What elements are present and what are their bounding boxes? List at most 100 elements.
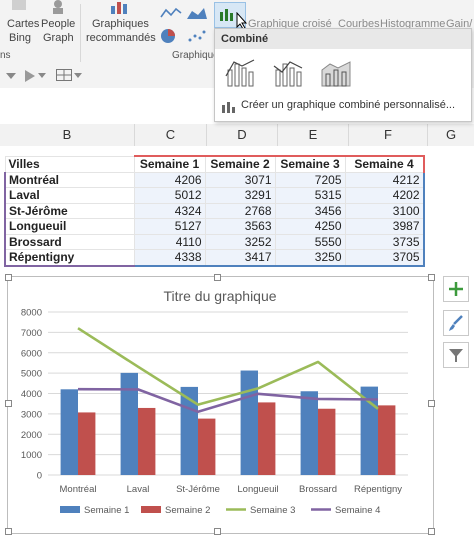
graphique-group-title: Graphique xyxy=(172,50,219,61)
table-row: Longueuil 5127 3563 4250 3987 xyxy=(4,218,425,235)
x-tick-label: Brossard xyxy=(299,484,337,495)
value-cell[interactable]: 7205 xyxy=(274,171,346,188)
resize-handle[interactable] xyxy=(5,274,12,281)
y-tick-label: 3000 xyxy=(21,409,42,420)
value-cell[interactable]: 3563 xyxy=(204,218,276,235)
legend-label: Semaine 2 xyxy=(165,505,210,516)
combo-chart: Titre du graphique 0 1000 2000 3000 4000 5000 6… xyxy=(21,288,408,516)
recommended-charts-button[interactable]: Graphiques recommandés xyxy=(84,0,156,48)
table-row: Brossard 4110 3252 5550 3735 xyxy=(4,233,425,250)
bar-semaine-1 xyxy=(60,389,78,475)
bar-semaine-1 xyxy=(240,370,258,475)
value-cell[interactable]: 3705 xyxy=(344,249,425,267)
bar-semaine-2 xyxy=(138,407,156,475)
header-cell-semaine1[interactable]: Semaine 1 xyxy=(133,155,206,173)
graph-label: Graph xyxy=(43,32,74,44)
bar-semaine-1 xyxy=(300,391,318,475)
value-cell[interactable]: 3735 xyxy=(344,233,425,250)
chart-filters-button[interactable] xyxy=(443,342,469,368)
chart-styles-button[interactable] xyxy=(443,310,469,336)
city-cell[interactable]: Répentigny xyxy=(4,249,135,267)
table-row: Répentigny 4338 3417 3250 3705 xyxy=(4,249,425,267)
value-cell[interactable]: 3417 xyxy=(204,249,276,267)
value-cell[interactable]: 4338 xyxy=(133,249,206,267)
scatter-chart-type-icon[interactable] xyxy=(186,28,208,44)
header-cell-semaine3[interactable]: Semaine 3 xyxy=(274,155,346,173)
value-cell[interactable]: 5127 xyxy=(133,218,206,235)
value-cell[interactable]: 5315 xyxy=(274,187,346,204)
left-group-title-fragment: ns xyxy=(0,50,11,61)
table-row: Montréal 4206 3071 7205 4212 xyxy=(4,171,425,188)
resize-handle[interactable] xyxy=(5,528,12,535)
recommended-charts-label-2: recommandés xyxy=(86,32,156,44)
value-cell[interactable]: 4202 xyxy=(344,187,425,204)
value-cell[interactable]: 4110 xyxy=(133,233,206,250)
x-tick-label: Laval xyxy=(127,484,150,495)
bar-semaine-2 xyxy=(198,418,216,475)
cartes-bing-button[interactable]: Cartes Bing xyxy=(2,0,39,48)
chart-elements-button[interactable] xyxy=(443,276,469,302)
value-cell[interactable]: 5550 xyxy=(274,233,346,250)
dropdown-arrow-icon[interactable] xyxy=(38,73,46,79)
city-cell[interactable]: St-Jérôme xyxy=(4,202,135,219)
resize-handle[interactable] xyxy=(428,528,435,535)
grid-view-icon[interactable] xyxy=(56,69,72,81)
combo-clustered-column-line-option[interactable] xyxy=(221,55,259,91)
value-cell[interactable]: 4212 xyxy=(344,171,425,188)
combo-area-column-option[interactable] xyxy=(317,55,355,91)
value-cell[interactable]: 3291 xyxy=(204,187,276,204)
column-header-f[interactable]: F xyxy=(349,124,428,147)
dropdown-arrow-icon[interactable] xyxy=(6,72,16,80)
resize-handle[interactable] xyxy=(214,274,221,281)
dropdown-arrow-icon[interactable] xyxy=(74,73,82,79)
y-tick-label: 4000 xyxy=(21,389,42,400)
combo-column-line-secondary-option[interactable] xyxy=(269,55,307,91)
value-cell[interactable]: 4324 xyxy=(133,202,206,219)
column-header-c[interactable]: C xyxy=(135,124,207,147)
chart-title: Titre du graphique xyxy=(163,288,276,304)
people-graph-button[interactable]: People Graph xyxy=(38,0,78,48)
value-cell[interactable]: 3456 xyxy=(274,202,346,219)
city-cell[interactable]: Brossard xyxy=(4,233,135,250)
header-cell-semaine4[interactable]: Semaine 4 xyxy=(344,155,425,173)
city-cell[interactable]: Laval xyxy=(4,187,135,204)
value-cell[interactable]: 4206 xyxy=(133,171,206,188)
plus-icon xyxy=(449,282,463,296)
resize-handle[interactable] xyxy=(214,528,221,535)
resize-handle[interactable] xyxy=(5,400,12,407)
custom-combo-chart-link[interactable]: Créer un graphique combiné personnalisé.… xyxy=(241,99,455,111)
column-header-b[interactable]: B xyxy=(0,124,135,147)
value-cell[interactable]: 3071 xyxy=(204,171,276,188)
brush-icon xyxy=(449,315,463,331)
x-tick-label: Répentigny xyxy=(354,484,402,495)
header-cell-semaine2[interactable]: Semaine 2 xyxy=(204,155,276,173)
column-header-d[interactable]: D xyxy=(207,124,278,147)
value-cell[interactable]: 5012 xyxy=(133,187,206,204)
column-header-g[interactable]: G xyxy=(428,124,474,147)
recommended-charts-icon xyxy=(111,2,127,14)
table-row: Laval 5012 3291 5315 4202 xyxy=(4,187,425,204)
value-cell[interactable]: 2768 xyxy=(204,202,276,219)
x-tick-label: Longueuil xyxy=(237,484,278,495)
x-tick-label: Montréal xyxy=(60,484,97,495)
resize-handle[interactable] xyxy=(428,274,435,281)
play-icon[interactable] xyxy=(24,69,36,83)
value-cell[interactable]: 3250 xyxy=(274,249,346,267)
resize-handle[interactable] xyxy=(428,400,435,407)
chart-object[interactable]: Titre du graphique 0 1000 2000 3000 4000 5000 6… xyxy=(7,276,434,534)
y-tick-label: 8000 xyxy=(21,308,42,319)
line-chart-type-icon[interactable] xyxy=(160,6,182,20)
value-cell[interactable]: 4250 xyxy=(274,218,346,235)
area-chart-type-icon[interactable] xyxy=(186,6,208,20)
value-cell[interactable]: 3987 xyxy=(344,218,425,235)
city-cell[interactable]: Longueuil xyxy=(4,218,135,235)
legend-label: Semaine 3 xyxy=(250,505,295,516)
value-cell[interactable]: 3100 xyxy=(344,202,425,219)
y-tick-label: 0 xyxy=(37,471,42,482)
header-cell-villes[interactable]: Villes xyxy=(4,155,135,173)
pie-chart-type-icon[interactable] xyxy=(160,28,176,44)
value-cell[interactable]: 3252 xyxy=(204,233,276,250)
column-header-e[interactable]: E xyxy=(278,124,349,147)
city-cell[interactable]: Montréal xyxy=(4,171,135,188)
dropdown-header: Combiné xyxy=(215,29,471,49)
